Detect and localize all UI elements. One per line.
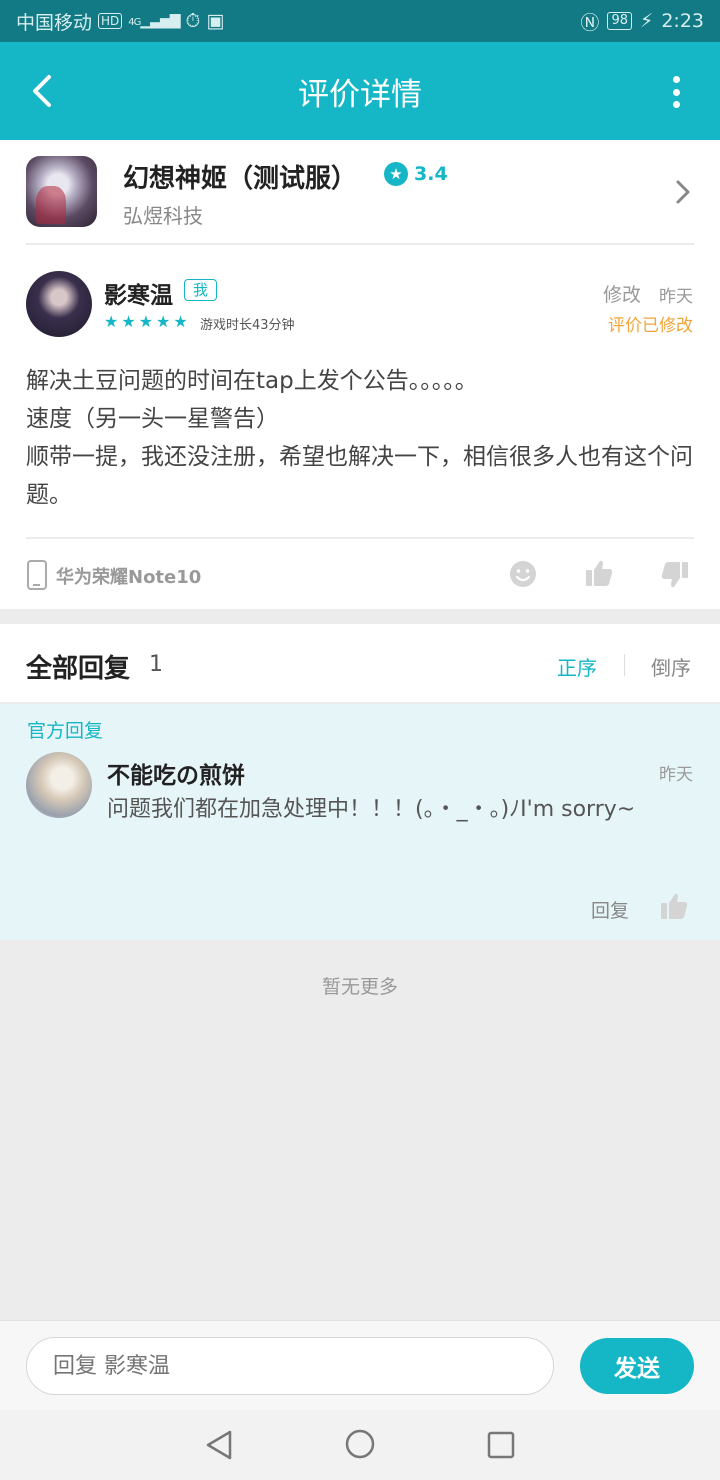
official-reply-time: 昨天 — [659, 765, 693, 785]
me-badge: 我 — [184, 279, 218, 301]
replies-title: 全部回复 — [26, 654, 131, 684]
review-time: 昨天 — [659, 287, 693, 307]
thumbs-down-icon[interactable] — [660, 560, 690, 590]
emoji-icon[interactable] — [509, 560, 537, 588]
device-name: 华为荣耀Note10 — [56, 567, 202, 588]
back-button[interactable] — [22, 68, 62, 114]
more-menu-button[interactable] — [660, 72, 692, 112]
star-icon: ★ — [173, 312, 188, 331]
divider — [26, 243, 694, 245]
phone-icon — [27, 560, 47, 590]
battery-icon: 98 — [607, 12, 632, 30]
star-icon: ★ — [104, 312, 119, 331]
no-more-label: 暂无更多 — [321, 976, 398, 998]
app-bar: 评价详情 — [0, 42, 720, 140]
divider — [624, 654, 625, 676]
timer-icon: ⏱ — [185, 10, 201, 32]
edited-note: 评价已修改 — [608, 316, 693, 336]
username[interactable]: 影寒温 — [104, 276, 173, 310]
nav-recent-icon[interactable] — [486, 1430, 516, 1460]
rating-value: 3.4 — [414, 163, 448, 185]
page-title: 评价详情 — [298, 76, 422, 113]
activity-icon: ▣ — [206, 10, 225, 32]
official-reply-text: 问题我们都在加急处理中！！！(。・_・。)ﾉI'm sorry~ — [107, 797, 636, 822]
divider — [26, 537, 694, 539]
official-avatar[interactable] — [26, 752, 92, 818]
system-nav-bar — [0, 1410, 720, 1480]
battery-level: 98 — [611, 13, 628, 28]
user-avatar[interactable] — [26, 271, 92, 337]
edit-review-link[interactable]: 修改 — [603, 280, 641, 307]
chevron-left-icon — [33, 75, 51, 107]
official-reply-label: 官方回复 — [27, 720, 104, 742]
official-reply: 官方回复 不能吃の煎饼 昨天 问题我们都在加急处理中！！！(。・_・。)ﾉI'm… — [0, 704, 720, 940]
sort-descending-button[interactable]: 倒序 — [651, 652, 691, 681]
replies-count: 1 — [149, 652, 163, 677]
network-label: 4G — [128, 17, 141, 28]
review-stars: ★ ★ ★ ★ ★ — [104, 312, 188, 331]
nav-home-icon[interactable] — [344, 1428, 376, 1460]
review-card: 幻想神姬（测试服） ★ 3.4 弘煜科技 影寒温 我 ★ ★ ★ ★ ★ 游戏时… — [0, 140, 720, 609]
game-rating: ★ 3.4 — [384, 162, 448, 186]
chevron-right-icon — [676, 180, 690, 204]
thumbs-up-icon[interactable] — [659, 891, 689, 921]
more-dot — [672, 88, 680, 96]
reply-button[interactable]: 回复 — [591, 896, 629, 923]
carrier-label: 中国移动 — [16, 11, 93, 34]
playtime-label: 游戏时长43分钟 — [200, 318, 295, 333]
game-info-row[interactable]: 幻想神姬（测试服） ★ 3.4 弘煜科技 — [0, 140, 720, 244]
game-name: 幻想神姬（测试服） — [123, 164, 358, 194]
star-icon: ★ — [156, 312, 171, 331]
hd-badge: HD — [98, 13, 123, 29]
game-icon — [26, 156, 97, 227]
charging-icon: ⚡ — [639, 10, 654, 32]
reply-input[interactable] — [26, 1337, 554, 1395]
nav-back-icon[interactable] — [204, 1428, 234, 1462]
more-vertical-icon — [672, 76, 680, 83]
reply-input-bar: 发送 — [0, 1320, 720, 1410]
more-dot — [672, 101, 680, 108]
send-button[interactable]: 发送 — [580, 1338, 694, 1394]
developer-name: 弘煜科技 — [123, 204, 203, 228]
thumbs-up-icon[interactable] — [584, 558, 614, 588]
official-username[interactable]: 不能吃の煎饼 — [107, 756, 245, 790]
star-icon: ★ — [121, 312, 136, 331]
star-icon: ★ — [384, 162, 408, 186]
nfc-icon: Ⓝ — [580, 11, 600, 34]
replies-header: 全部回复 1 正序 倒序 — [0, 624, 720, 702]
star-icon: ★ — [138, 312, 154, 331]
status-bar: 中国移动 HD 4G▁▃▅▇ ⏱ ▣ Ⓝ 98 ⚡ 2:23 — [0, 0, 720, 42]
review-text: 解决土豆问题的时间在tap上发个公告。。。。。 速度（另一头一星警告） 顺带一提… — [26, 368, 693, 508]
sort-ascending-button[interactable]: 正序 — [557, 652, 597, 681]
status-time: 2:23 — [661, 10, 704, 32]
signal-icon: 4G▁▃▅▇ — [128, 13, 180, 29]
